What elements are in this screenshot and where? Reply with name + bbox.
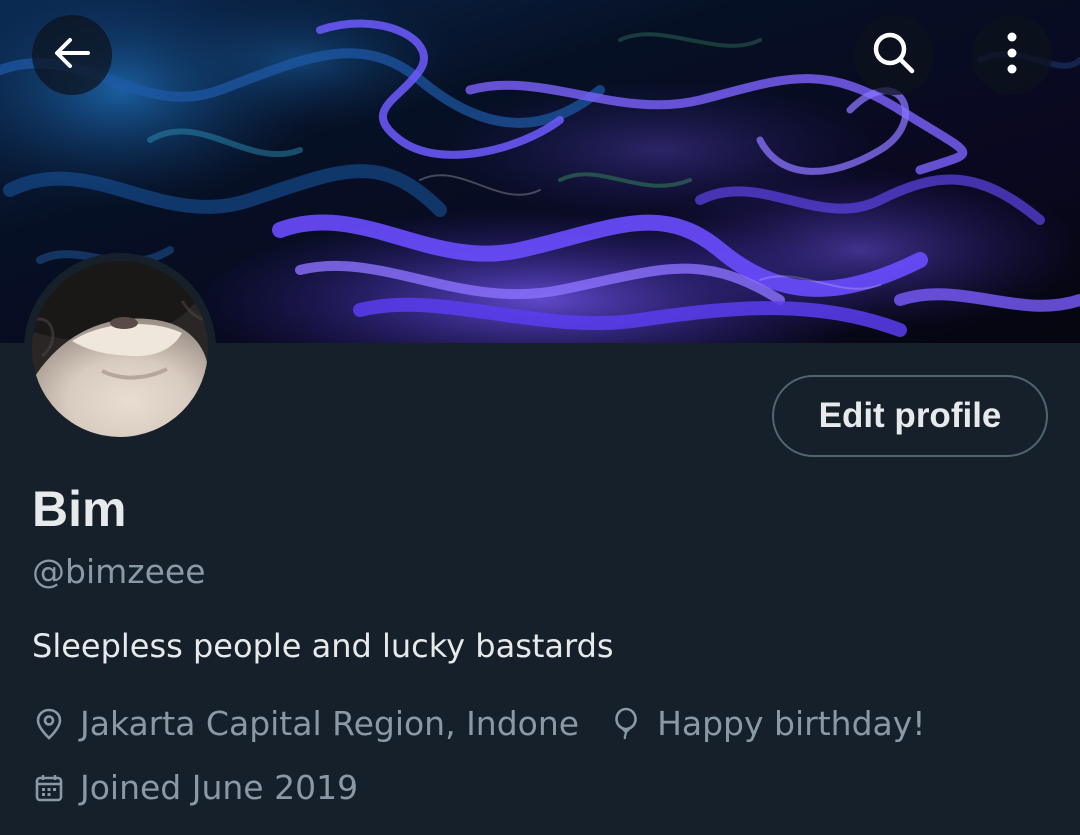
display-name: Bim: [32, 481, 127, 537]
birthday-text: Happy birthday!: [657, 704, 926, 743]
profile-screen: Edit profile Bim @bimzeee Sleepless peop…: [0, 0, 1080, 835]
calendar-icon: [32, 771, 66, 805]
search-button[interactable]: [854, 15, 934, 95]
location-item: Jakarta Capital Region, Indone: [32, 702, 579, 746]
balloon-icon: [609, 707, 643, 741]
profile-bio: Sleepless people and lucky bastards: [32, 627, 614, 665]
birthday-item: Happy birthday!: [609, 702, 926, 746]
location-text: Jakarta Capital Region, Indone: [80, 704, 580, 743]
back-button[interactable]: [32, 15, 112, 95]
user-handle: @bimzeee: [32, 552, 206, 591]
joined-item: Joined June 2019: [32, 766, 358, 810]
profile-meta-row: Jakarta Capital Region, Indone Happy bir…: [32, 702, 926, 746]
more-options-button[interactable]: [972, 15, 1052, 95]
avatar-image: [32, 261, 208, 437]
search-icon: [870, 29, 918, 81]
edit-profile-button[interactable]: Edit profile: [772, 375, 1048, 457]
joined-text: Joined June 2019: [80, 768, 359, 807]
more-vertical-icon: [1002, 29, 1022, 81]
profile-meta-row-joined: Joined June 2019: [32, 766, 358, 810]
location-pin-icon: [32, 707, 66, 741]
arrow-left-icon: [50, 31, 94, 79]
avatar[interactable]: [24, 253, 216, 445]
